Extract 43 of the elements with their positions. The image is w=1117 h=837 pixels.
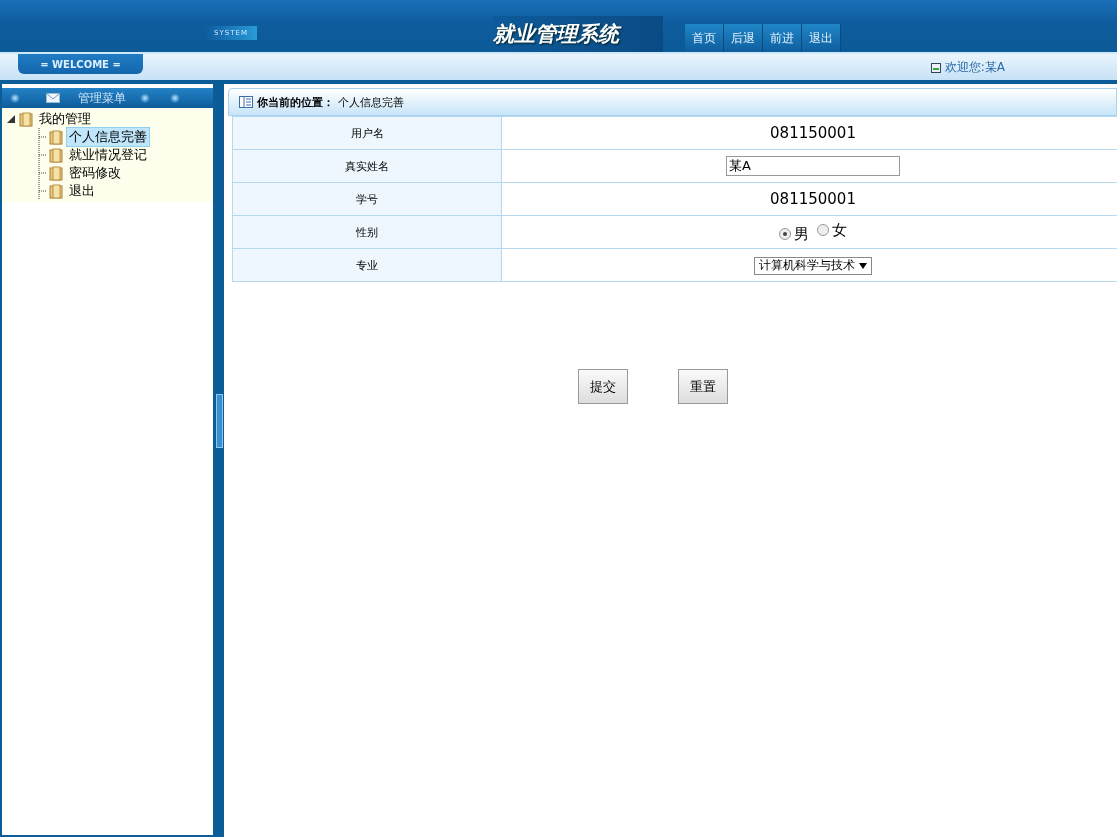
tree-item[interactable]: 退出	[66, 181, 98, 201]
splitter-handle[interactable]	[216, 393, 223, 448]
name-input[interactable]: 某A	[726, 156, 900, 176]
expanded-icon[interactable]	[6, 114, 16, 124]
tree-item[interactable]: 密码修改	[66, 163, 124, 183]
breadcrumb-current: 个人信息完善	[338, 94, 404, 110]
field-label: 用户名	[232, 116, 502, 150]
folder-icon	[49, 165, 63, 181]
dropdown-icon	[859, 262, 867, 269]
envelope-icon	[46, 93, 60, 103]
radio-button[interactable]	[779, 228, 791, 240]
form-button[interactable]: 重置	[677, 369, 728, 404]
nav-link[interactable]: 首页	[685, 24, 724, 52]
folder-icon	[49, 147, 63, 163]
nav-link[interactable]: 前进	[763, 24, 802, 52]
field-label: 学号	[232, 182, 502, 216]
tree-item[interactable]: 我的管理	[36, 109, 94, 129]
major-select[interactable]: 计算机科学与技术	[754, 256, 872, 275]
field-label: 性别	[232, 215, 502, 249]
radio-button[interactable]	[817, 224, 829, 236]
field-label: 专业	[232, 248, 502, 282]
folder-icon	[49, 183, 63, 199]
folder-icon	[49, 129, 63, 145]
knob-icon	[170, 93, 180, 103]
field-label: 真实姓名	[232, 149, 502, 183]
tree-item[interactable]: 个人信息完善	[66, 127, 150, 147]
field-value: 081150001	[770, 124, 856, 142]
radio-label: 男	[794, 224, 809, 244]
folder-icon	[19, 111, 33, 127]
greeting-text: 欢迎您:某A	[944, 59, 1005, 76]
nav-link[interactable]: 后退	[724, 24, 763, 52]
knob-icon	[140, 93, 150, 103]
app-title: 就业管理系统	[493, 16, 663, 52]
breadcrumb-label: 你当前的位置：	[257, 94, 334, 110]
knob-icon	[10, 93, 20, 103]
tree-item[interactable]: 就业情况登记	[66, 145, 150, 165]
sidebar-title: 管理菜单	[78, 89, 126, 107]
panel-icon	[239, 96, 253, 108]
window-icon	[930, 62, 941, 73]
nav-link[interactable]: 退出	[802, 24, 841, 52]
field-value: 081150001	[770, 190, 856, 208]
radio-label: 女	[832, 220, 847, 240]
form-button[interactable]: 提交	[577, 369, 628, 404]
